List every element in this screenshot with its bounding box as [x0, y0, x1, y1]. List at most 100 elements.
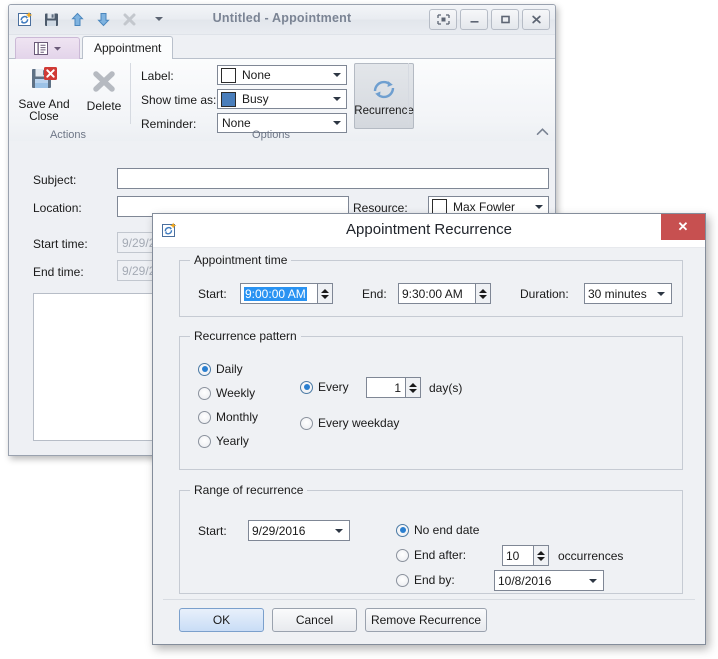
save-icon[interactable]: [40, 8, 62, 30]
radio-end-after[interactable]: End after:: [396, 548, 466, 562]
dialog-title: Appointment Recurrence: [346, 221, 512, 238]
end-after-unit-label: occurrences: [558, 549, 624, 563]
cancel-button[interactable]: Cancel: [272, 608, 357, 632]
remove-recurrence-button[interactable]: Remove Recurrence: [365, 608, 487, 632]
recurrence-pattern-group: Recurrence pattern Daily Weekly Monthly …: [179, 329, 683, 470]
chevron-down-icon: [589, 578, 597, 583]
radio-indicator: [300, 380, 313, 394]
spinner-down-icon[interactable]: [409, 388, 417, 393]
dialog-close-button[interactable]: ✕: [661, 214, 705, 240]
radio-yearly[interactable]: Yearly: [198, 434, 249, 448]
end-time-label: End time:: [33, 265, 84, 279]
subject-input[interactable]: [117, 168, 549, 189]
range-start-date-dropdown[interactable]: 9/29/2016: [248, 520, 350, 541]
application-menu-button[interactable]: [15, 37, 80, 60]
chevron-down-icon: [333, 121, 341, 125]
radio-every-label: Every: [318, 380, 349, 394]
radio-no-end-date-label: No end date: [414, 523, 480, 537]
save-and-close-label-line2: Close: [29, 111, 59, 123]
chevron-down-icon: [333, 97, 341, 101]
spinner-down-icon[interactable]: [479, 294, 487, 299]
window-titlebar[interactable]: Untitled - Appointment: [9, 5, 555, 35]
close-icon: ✕: [677, 219, 689, 234]
ribbon: Save And Close Delete Actions Label: Non…: [9, 59, 555, 143]
spinner-up-icon[interactable]: [409, 382, 417, 387]
radio-indicator: [396, 548, 409, 562]
dialog-titlebar[interactable]: Appointment Recurrence ✕: [153, 214, 705, 248]
start-time-field[interactable]: 9:00:00 AM: [240, 283, 318, 304]
spinner-up-icon[interactable]: [321, 288, 329, 293]
radio-indicator: [198, 386, 211, 400]
radio-indicator: [396, 523, 409, 537]
radio-every-n-days[interactable]: Every: [300, 380, 349, 394]
restore-layout-button[interactable]: [429, 9, 457, 30]
save-and-close-icon: [32, 67, 57, 88]
duration-dropdown[interactable]: 30 minutes: [584, 283, 672, 304]
chevron-down-icon: [335, 528, 343, 533]
recurrence-button[interactable]: Recurrence: [354, 63, 414, 129]
spinner-down-icon[interactable]: [537, 556, 545, 561]
end-after-count-field[interactable]: 10: [502, 545, 534, 566]
radio-weekly-label: Weekly: [216, 386, 256, 400]
ribbon-group-actions: Save And Close Delete Actions: [9, 59, 133, 142]
minimize-button[interactable]: [460, 9, 488, 30]
dialog-footer-divider: [163, 599, 695, 600]
end-time-field[interactable]: 9:30:00 AM: [398, 283, 476, 304]
ribbon-group-options-label: Options: [252, 129, 290, 141]
resource-value: Max Fowler: [453, 199, 516, 214]
recurrence-pattern-group-label: Recurrence pattern: [190, 329, 301, 343]
ribbon-group-divider: [408, 63, 409, 124]
every-interval-spinner[interactable]: [406, 377, 421, 398]
radio-every-weekday[interactable]: Every weekday: [300, 416, 399, 430]
close-button[interactable]: [522, 9, 550, 30]
tab-appointment[interactable]: Appointment: [82, 36, 174, 60]
save-and-close-button[interactable]: Save And Close: [15, 63, 73, 125]
remove-recurrence-button-label: Remove Recurrence: [370, 613, 482, 627]
start-time-row: Start time:: [33, 233, 88, 255]
end-time-spinner[interactable]: [476, 283, 491, 304]
spinner-up-icon[interactable]: [537, 550, 545, 555]
window-controls: [429, 9, 550, 30]
radio-daily[interactable]: Daily: [198, 362, 243, 376]
show-time-as-color-swatch: [221, 91, 236, 107]
collapse-ribbon-icon[interactable]: [536, 127, 549, 140]
save-and-close-label-line1: Save And: [18, 97, 70, 111]
radio-indicator: [198, 410, 211, 424]
cancel-button-label: Cancel: [295, 613, 334, 627]
radio-no-end-date[interactable]: No end date: [396, 523, 479, 537]
chevron-down-icon[interactable]: [148, 8, 170, 30]
maximize-button[interactable]: [491, 9, 519, 30]
radio-end-by-label: End by:: [414, 573, 455, 587]
resource-color-swatch: [432, 199, 447, 214]
appointment-recurrence-dialog: Appointment Recurrence ✕ Appointment tim…: [152, 213, 706, 645]
location-label: Location:: [33, 201, 82, 215]
end-after-count-spinner[interactable]: [534, 545, 549, 566]
ribbon-group-divider: [130, 63, 131, 124]
start-label: Start:: [198, 287, 227, 301]
spinner-up-icon[interactable]: [479, 288, 487, 293]
show-time-as-combo[interactable]: Busy: [217, 89, 347, 109]
appointment-time-group-label: Appointment time: [190, 253, 292, 267]
arrow-up-icon[interactable]: [66, 8, 88, 30]
show-time-as-value: Busy: [242, 92, 269, 106]
end-by-date-dropdown[interactable]: 10/8/2016: [494, 570, 604, 591]
radio-daily-label: Daily: [216, 362, 243, 376]
recurrence-icon[interactable]: [14, 8, 36, 30]
radio-weekly[interactable]: Weekly: [198, 386, 255, 400]
ok-button[interactable]: OK: [179, 608, 264, 632]
quick-access-toolbar: [14, 8, 170, 30]
chevron-down-icon: [535, 204, 543, 209]
chevron-down-icon: [657, 291, 665, 296]
spinner-down-icon[interactable]: [321, 294, 329, 299]
range-start-date-value: 9/29/2016: [252, 523, 306, 538]
label-combo[interactable]: None: [217, 65, 347, 85]
radio-indicator: [300, 416, 313, 430]
arrow-down-icon[interactable]: [92, 8, 114, 30]
delete-button: Delete: [75, 63, 133, 125]
radio-monthly[interactable]: Monthly: [198, 410, 258, 424]
every-interval-field[interactable]: 1: [366, 377, 406, 398]
radio-end-by[interactable]: End by:: [396, 573, 455, 587]
show-time-as-row: Show time as:: [141, 89, 216, 111]
radio-yearly-label: Yearly: [216, 434, 249, 448]
start-time-spinner[interactable]: [318, 283, 333, 304]
